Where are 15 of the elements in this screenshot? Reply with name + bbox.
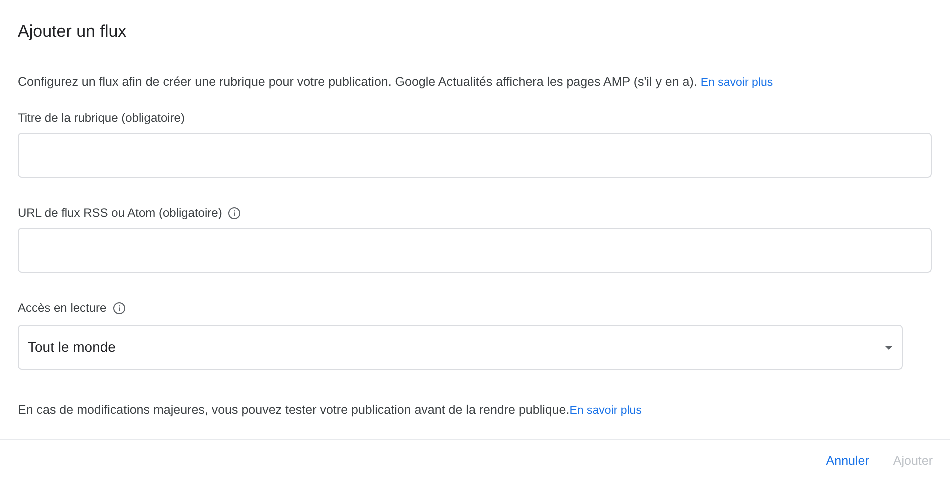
field-label: Accès en lecture [18,300,107,318]
text-field[interactable] [18,133,932,178]
dialog-title: Ajouter un flux [18,21,128,43]
text-field[interactable] [18,228,932,274]
learn-more-link[interactable]: En savoir plus [700,77,774,89]
description-text: Configurez un flux afin de créer une rubrique pour votre publication. Google Actualités affichera les pages AMP (s'il y en a). En savoir plus [18,74,774,91]
access-select[interactable]: Tout le monde [18,325,903,370]
dialog-button[interactable]: Annuler [821,448,874,474]
learn-more-link[interactable]: En savoir plus [570,405,642,418]
field-label: URL de flux RSS ou Atom (obligatoire) [18,205,222,222]
field-label: Titre de la rubrique (obligatoire) [18,110,185,128]
info-icon[interactable] [228,206,242,220]
info-icon[interactable] [112,302,126,315]
note-text: En cas de modifications majeures, vous pouvez tester votre publication avant de la rendre publique.En savoir plus [18,402,643,420]
dropdown-caret-icon [885,346,893,350]
